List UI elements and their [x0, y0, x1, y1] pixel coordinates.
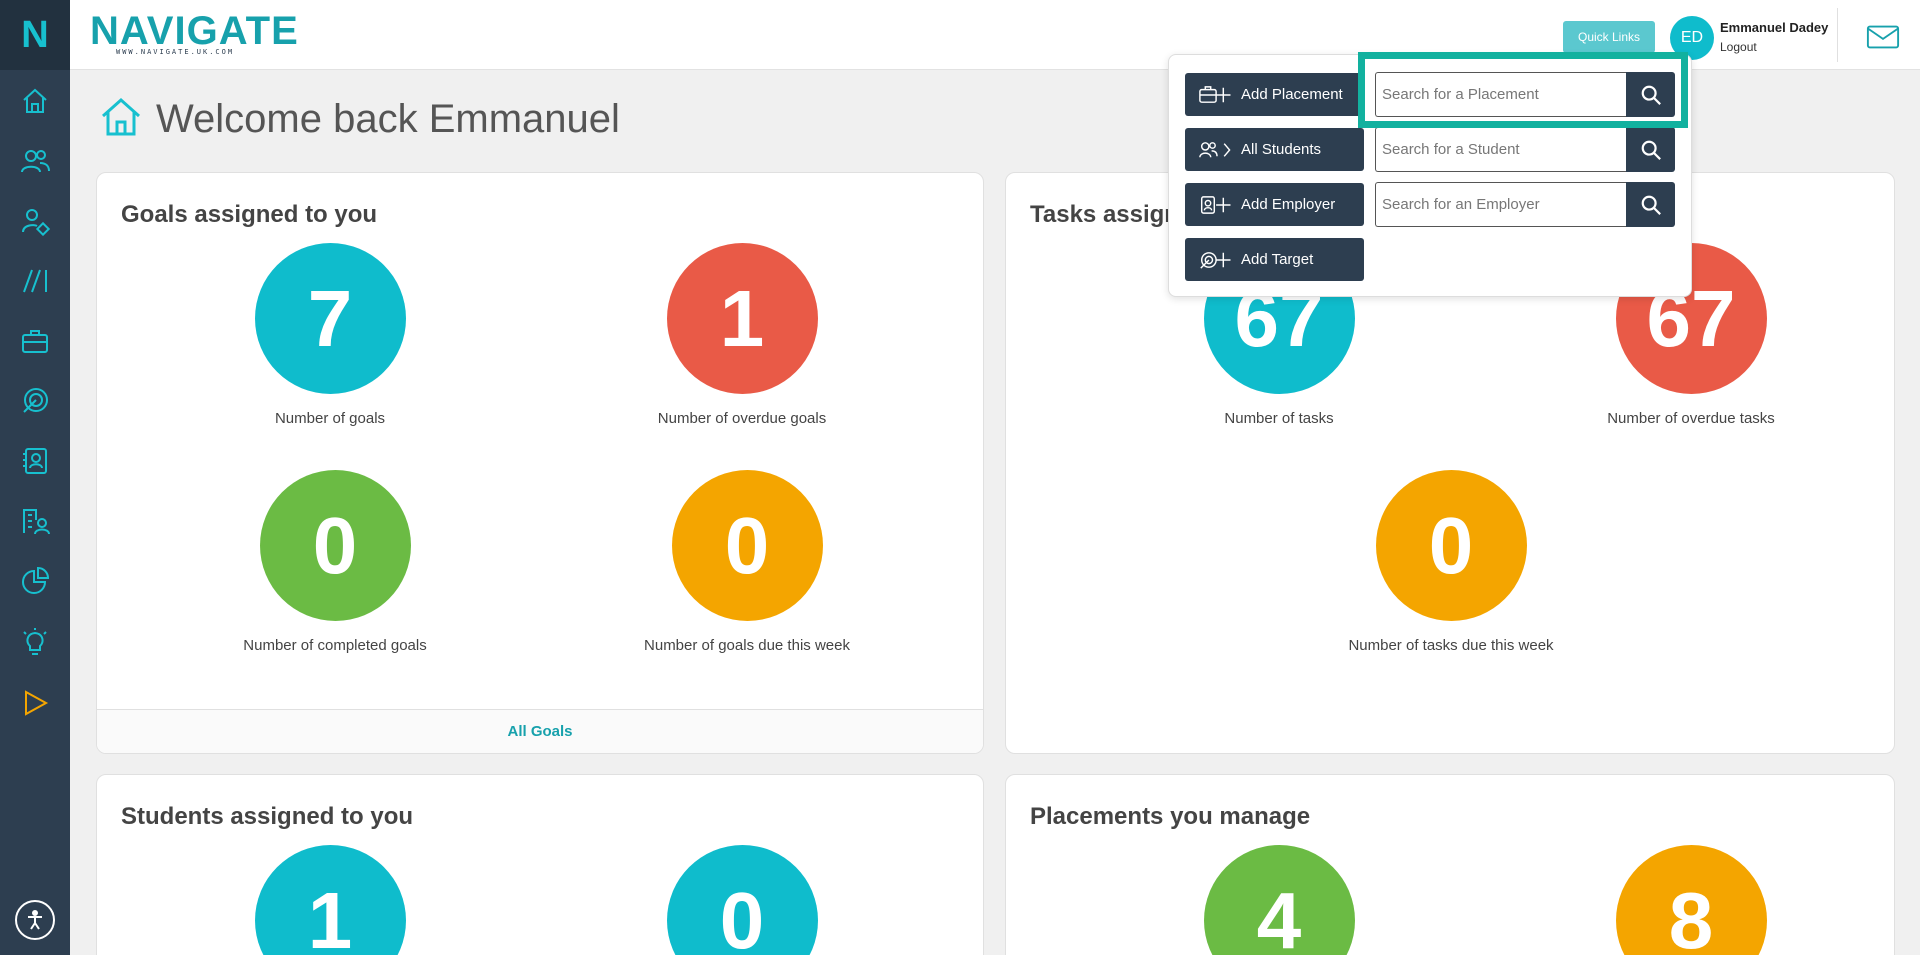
- stat-placements-2[interactable]: 8: [1571, 845, 1811, 955]
- navigate-logo[interactable]: NAVIGATE WWW.NAVIGATE.UK.COM: [90, 10, 299, 60]
- placements-card: Placements you manage 4 8: [1005, 774, 1895, 955]
- contact-card-icon[interactable]: [14, 440, 56, 482]
- add-target-label: Add Target: [1241, 251, 1314, 268]
- employer-search: [1375, 182, 1675, 227]
- stat-label: Number of goals: [274, 410, 386, 427]
- page-title: Welcome back Emmanuel: [156, 97, 620, 141]
- all-goals-link[interactable]: All Goals: [97, 709, 983, 753]
- students-card: Students assigned to you 1 0: [96, 774, 984, 955]
- stat-label: Number of tasks due this week: [1348, 637, 1554, 654]
- stat-label: Number of overdue tasks: [1607, 410, 1775, 427]
- stat-tasks-due-this-week[interactable]: 0 Number of tasks due this week: [1331, 470, 1571, 654]
- building-user-icon[interactable]: [14, 500, 56, 542]
- stat-label: Number of tasks: [1224, 410, 1334, 427]
- target-plus-icon: [1199, 251, 1235, 269]
- briefcase-icon[interactable]: [14, 320, 56, 362]
- placements-card-title: Placements you manage: [1030, 803, 1311, 830]
- stat-circle: 1: [666, 243, 818, 394]
- user-tag-icon[interactable]: [14, 200, 56, 242]
- goals-card: Goals assigned to you 7 Number of goals …: [96, 172, 984, 754]
- tasks-card-title: Tasks assign: [1030, 201, 1179, 228]
- slashes-icon[interactable]: [14, 260, 56, 302]
- add-placement-label: Add Placement: [1241, 86, 1343, 103]
- briefcase-plus-icon: [1199, 85, 1235, 104]
- stat-circle: 0: [1375, 470, 1527, 621]
- logout-link[interactable]: Logout: [1720, 40, 1757, 54]
- mail-icon[interactable]: [1863, 22, 1903, 52]
- users-icon[interactable]: [14, 140, 56, 182]
- page-title-row: Welcome back Emmanuel: [100, 96, 620, 143]
- sidebar: N: [0, 0, 70, 955]
- add-employer-label: Add Employer: [1241, 196, 1336, 213]
- stat-completed-goals[interactable]: 0 Number of completed goals: [215, 470, 455, 654]
- target-icon[interactable]: [14, 380, 56, 422]
- all-students-button[interactable]: All Students: [1185, 128, 1364, 171]
- stat-circle: 0: [259, 470, 411, 621]
- add-target-button[interactable]: Add Target: [1185, 238, 1364, 281]
- stat-circle: 4: [1203, 845, 1355, 955]
- lightbulb-icon[interactable]: [14, 620, 56, 662]
- users-chevron-icon: [1199, 141, 1235, 159]
- students-card-title: Students assigned to you: [121, 803, 414, 830]
- stat-label: Number of goals due this week: [644, 637, 850, 654]
- student-search-button[interactable]: [1626, 127, 1675, 172]
- employer-search-button[interactable]: [1626, 182, 1675, 227]
- stat-overdue-goals[interactable]: 1 Number of overdue goals: [622, 243, 862, 427]
- search-icon: [1641, 195, 1661, 215]
- all-students-label: All Students: [1241, 141, 1322, 158]
- stat-circle: 7: [254, 243, 406, 394]
- add-employer-button[interactable]: Add Employer: [1185, 183, 1364, 226]
- brand-wordmark: NAVIGATE: [90, 9, 299, 53]
- contact-card-plus-icon: [1199, 195, 1235, 214]
- stat-students-1[interactable]: 1: [210, 845, 450, 955]
- search-icon: [1641, 140, 1661, 160]
- placement-search-highlight: [1358, 52, 1688, 128]
- stat-circle: 1: [254, 845, 406, 955]
- quick-links-button[interactable]: Quick Links: [1563, 21, 1655, 53]
- accessibility-icon[interactable]: [15, 900, 55, 940]
- home-title-icon: [100, 96, 142, 143]
- user-name: Emmanuel Dadey: [1720, 20, 1829, 35]
- sidebar-logo-letter: N: [21, 13, 49, 56]
- student-search: [1375, 127, 1675, 172]
- stat-label: Number of completed goals: [243, 637, 427, 654]
- play-icon[interactable]: [14, 682, 56, 724]
- stat-placements-1[interactable]: 4: [1159, 845, 1399, 955]
- stat-number-of-goals[interactable]: 7 Number of goals: [210, 243, 450, 427]
- stat-circle: 0: [671, 470, 823, 621]
- stat-label: Number of overdue goals: [657, 410, 827, 427]
- stat-circle: 0: [666, 845, 818, 955]
- stat-circle: 8: [1615, 845, 1767, 955]
- home-icon[interactable]: [14, 80, 56, 122]
- stat-students-2[interactable]: 0: [622, 845, 862, 955]
- add-placement-button[interactable]: Add Placement: [1185, 73, 1364, 116]
- employer-search-input[interactable]: [1375, 182, 1626, 227]
- pie-chart-icon[interactable]: [14, 560, 56, 602]
- sidebar-logo[interactable]: N: [0, 0, 70, 70]
- student-search-input[interactable]: [1375, 127, 1626, 172]
- stat-goals-due-this-week[interactable]: 0 Number of goals due this week: [627, 470, 867, 654]
- header-divider: [1837, 8, 1838, 62]
- goals-card-title: Goals assigned to you: [121, 201, 378, 228]
